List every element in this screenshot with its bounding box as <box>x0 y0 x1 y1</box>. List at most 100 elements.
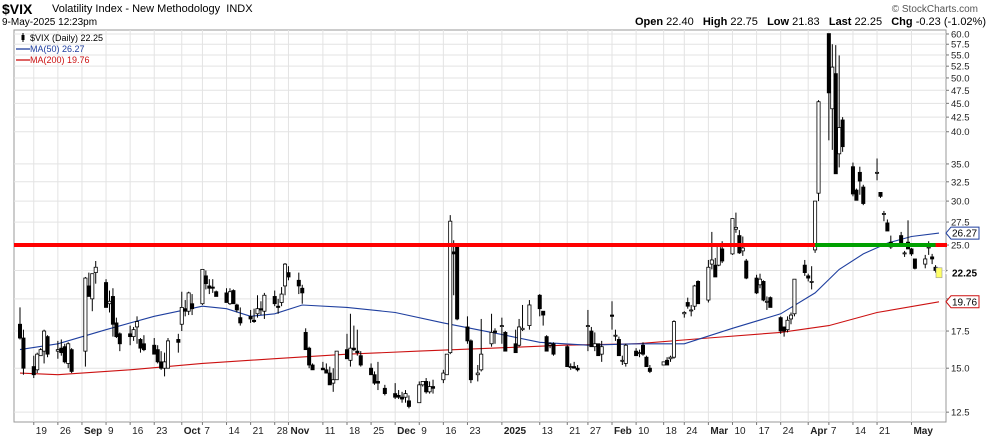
y-tick-label: 45.0 <box>951 99 970 110</box>
candle-body <box>899 235 904 244</box>
candle-body <box>406 400 411 407</box>
legend-candle-icon-body <box>21 35 25 40</box>
candle-body <box>730 218 735 255</box>
candle-body <box>912 258 917 269</box>
candle-body <box>45 336 50 355</box>
candle-body <box>661 361 666 366</box>
x-tick-label: 21 <box>879 426 891 437</box>
price-chart: 60.057.555.052.550.047.545.042.540.035.0… <box>13 29 980 437</box>
candle-body <box>441 372 446 381</box>
candle-body <box>42 330 47 352</box>
candle-body <box>162 361 167 369</box>
candle-body <box>307 347 312 366</box>
candle-body <box>806 275 811 279</box>
x-tick-label: 9 <box>421 426 427 437</box>
candle-body <box>320 367 325 371</box>
candle-body <box>758 278 763 286</box>
candle <box>850 162 855 197</box>
candle-body <box>585 325 590 327</box>
candle-body <box>431 386 436 389</box>
candle-body <box>551 343 556 355</box>
candle-body <box>200 268 205 305</box>
candle-body <box>833 73 838 175</box>
candle-body <box>616 339 621 357</box>
candle-body <box>465 326 470 342</box>
candle-body <box>668 356 673 360</box>
candle-body <box>685 302 690 307</box>
candle-body <box>66 343 71 364</box>
candle-body <box>424 381 429 393</box>
candle-body <box>141 343 146 351</box>
candle-body <box>768 297 773 308</box>
candle <box>744 258 749 280</box>
candle-body <box>276 305 281 308</box>
candle <box>840 117 845 152</box>
candle-body <box>623 344 628 364</box>
candle <box>692 284 697 310</box>
x-tick-label: Nov <box>290 426 309 437</box>
candle-body <box>689 309 694 312</box>
candle-body <box>782 326 787 332</box>
candle-body <box>517 326 522 346</box>
candle-body <box>403 393 408 398</box>
candle-body <box>854 189 859 201</box>
value-tag-last: 22.25 <box>945 266 980 280</box>
candle-body <box>451 251 456 255</box>
candle <box>214 290 219 297</box>
candle-body <box>840 119 845 148</box>
candle-body <box>186 292 191 312</box>
x-tick-label: 21 <box>253 426 265 437</box>
candle-body <box>152 344 157 355</box>
candle-body <box>62 346 67 363</box>
candle-body <box>492 330 497 333</box>
candle-body <box>682 312 687 315</box>
candle-body <box>479 353 484 371</box>
candle-body <box>83 277 88 352</box>
candle <box>861 184 866 206</box>
candle <box>661 361 666 366</box>
x-tick-label: 10 <box>734 426 746 437</box>
candle-body <box>207 285 212 289</box>
candle-body <box>620 359 625 362</box>
legend-label-ma200: MA(200) 19.76 <box>30 55 90 65</box>
candle-body <box>634 350 639 357</box>
candle-body <box>875 171 880 174</box>
x-tick-label: 24 <box>783 426 795 437</box>
candle-body <box>252 319 257 322</box>
candle-body <box>86 285 91 297</box>
x-tick-label: 13 <box>542 426 554 437</box>
candle-body <box>744 260 749 279</box>
candle-body <box>665 359 670 366</box>
candle <box>730 218 735 255</box>
candle-body <box>455 246 460 320</box>
x-tick-label: 21 <box>569 426 581 437</box>
y-tick-label: 50.0 <box>951 73 970 84</box>
candle-body <box>55 349 60 352</box>
candle <box>444 353 449 376</box>
candle <box>616 336 621 357</box>
candle-body <box>90 273 95 300</box>
candle-body <box>696 281 701 305</box>
x-tick-label: 9 <box>108 426 114 437</box>
candle-body <box>238 317 243 324</box>
candle-body <box>135 321 140 328</box>
candle-body <box>17 323 22 339</box>
y-tick-label: 35.0 <box>951 159 970 170</box>
y-tick-label: 40.0 <box>951 127 970 138</box>
candle-body <box>248 315 253 320</box>
candle-body <box>816 101 821 194</box>
candle-body <box>155 349 160 363</box>
candle-body <box>427 386 432 393</box>
candle-body <box>778 317 783 332</box>
candle-body <box>375 381 380 384</box>
candle-body <box>809 281 814 283</box>
candle-body <box>262 294 267 312</box>
x-tick-label: Apr <box>810 426 827 437</box>
candle-body <box>224 292 229 303</box>
y-tick-label: 55.0 <box>951 50 970 61</box>
candle-body <box>35 353 40 371</box>
candle-body <box>468 340 473 381</box>
candle <box>455 246 460 321</box>
x-tick-label: Dec <box>397 426 416 437</box>
candle-body <box>599 346 604 355</box>
